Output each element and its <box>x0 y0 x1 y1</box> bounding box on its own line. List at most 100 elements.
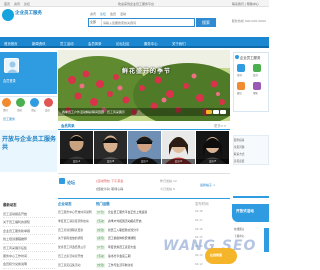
logo-text[interactable]: 企业员工服务 <box>15 10 42 16</box>
top-right-links[interactable]: 联系我们 | 帮助中心 <box>232 2 259 6</box>
list-item[interactable]: 关于员工福利的通知 <box>3 218 55 227</box>
row-category: [交流] <box>96 262 106 268</box>
list-head-left: 企业动态 <box>58 202 72 206</box>
member-card[interactable]: 会员 E <box>196 131 229 172</box>
forum-link[interactable]: [经验分享] 职场心得 <box>96 187 123 191</box>
row-title[interactable]: 春季户外拓展活动报名开启 <box>108 219 142 223</box>
row-title[interactable]: 新员工入职经验交流分享 <box>108 228 139 232</box>
search-tab-forum[interactable]: 论坛 <box>100 12 106 17</box>
list-header: 企业动态 热门话题 发布时间 <box>58 201 230 208</box>
search-scope-select[interactable]: 全部 <box>89 19 102 26</box>
forum-stat: 今日发帖 8 <box>160 187 175 191</box>
divider <box>233 196 269 198</box>
top-link-news[interactable]: 资讯 <box>14 2 20 6</box>
banner-caption-text[interactable]: 春季员工户外活动精彩瞬间回顾 · 员工风采展示 <box>62 110 125 114</box>
row-date: 04-12 <box>195 262 203 266</box>
avatar[interactable] <box>4 58 19 73</box>
forum-label[interactable]: 论坛 <box>67 180 75 186</box>
event-icon[interactable] <box>16 98 25 107</box>
forum-icon <box>59 178 65 184</box>
member-card[interactable]: 会员 D <box>162 131 195 172</box>
members-header: 会员风采 更多>> <box>58 121 230 130</box>
list-item[interactable]: 线上培训课程推荐 <box>3 235 55 244</box>
service-links: 服务指南 常见问题 联系方式 意见反馈 <box>234 137 268 165</box>
row-date: 04-13 <box>195 254 203 257</box>
banner-dot-2[interactable] <box>213 110 219 114</box>
nav-item-forum[interactable]: 论坛社区 <box>116 41 130 46</box>
list-item[interactable]: 常见问题 <box>234 144 268 151</box>
search-tab-news[interactable]: 资讯 <box>90 12 96 17</box>
forum-link[interactable]: [活动预告] 下午茶会 <box>96 179 123 183</box>
search-tab-event[interactable]: 活动 <box>120 12 126 17</box>
table-row[interactable]: 季度员工满意度调查启动 [活动] 春季户外拓展活动报名开启 04-17 <box>58 217 230 226</box>
service-icon-label: 咨询 <box>237 74 242 77</box>
member-caption: 会员 B <box>94 159 127 164</box>
row-left-text[interactable]: 季度员工满意度调查启动 <box>58 219 89 223</box>
list-item[interactable]: 在线留言 <box>234 226 268 233</box>
quick-icons: 资讯 活动 论坛 会员 <box>2 98 55 112</box>
side-tab[interactable] <box>264 228 269 252</box>
welcome-text: 欢迎来到企业员工服务平台 <box>118 1 155 6</box>
list-item[interactable]: 员工风采展示征集 <box>3 244 55 252</box>
logo-icon[interactable] <box>2 9 14 21</box>
table-row[interactable]: 员工意见征集活动 [交流] 工作与生活平衡讨论 04-12 <box>58 261 230 270</box>
table-row[interactable]: 员工培训课程表更新 [交流] 新员工入职经验交流分享 04-16 <box>58 226 230 235</box>
row-left-text[interactable]: 员工服务中心开放时间说明 <box>58 210 92 214</box>
list-item[interactable]: 企业员工服务新举措 <box>3 227 55 236</box>
top-bar: 首页 资讯 论坛 欢迎来到企业员工服务平台 联系我们 | 帮助中心 <box>0 0 269 7</box>
nav-item-members[interactable]: 会员风采 <box>88 41 102 46</box>
consult-icon[interactable] <box>237 64 245 72</box>
list-item[interactable]: 联系方式 <box>234 151 268 158</box>
suggest-icon[interactable] <box>237 82 245 90</box>
quick-icon-label: 活动 <box>17 109 22 112</box>
nav-item-about[interactable]: 关于我们 <box>172 41 186 46</box>
row-left-text[interactable]: 关于福利发放的通知 <box>58 236 83 240</box>
list-item[interactable]: 意见反馈 <box>234 158 268 165</box>
row-left-text[interactable]: 员工培训课程表更新 <box>58 228 83 232</box>
member-card[interactable]: 会员 C <box>128 131 161 172</box>
row-title[interactable]: 工作与生活平衡讨论 <box>108 263 133 267</box>
member-card[interactable]: 会员 B <box>94 131 127 172</box>
row-title[interactable]: 企业员工服务平台正式上线运营 <box>108 210 147 214</box>
member-card[interactable]: 会员 A <box>60 131 93 172</box>
list-item[interactable]: 服务中心工作时间 <box>3 252 55 261</box>
row-category: [公告] <box>96 210 106 215</box>
table-row[interactable]: 员工服务中心开放时间说明 [公告] 企业员工服务平台正式上线运营 04-18 <box>58 208 230 217</box>
top-link-forum[interactable]: 论坛 <box>24 2 30 6</box>
top-link-home[interactable]: 首页 <box>4 2 10 6</box>
row-title[interactable]: 读书分享会第三期 <box>108 254 130 258</box>
user-login-label[interactable]: 会员登录 <box>3 78 16 83</box>
search-tab-member[interactable]: 会员 <box>110 12 116 17</box>
row-title[interactable]: 员工健康体检安排通知 <box>108 236 136 240</box>
forum-more-link[interactable]: 最新帖子 > <box>200 183 215 187</box>
row-left-text[interactable]: 员工意见征集活动 <box>58 263 80 267</box>
row-date: 04-17 <box>195 218 203 222</box>
row-left-text[interactable]: 员工之家活动室开放 <box>58 254 83 258</box>
nav-item-news[interactable]: 新闻资讯 <box>32 41 46 46</box>
news-icon[interactable] <box>2 98 11 107</box>
employee-service-link[interactable]: 员工服务 <box>3 117 15 121</box>
nav-item-home[interactable]: 首页首页 <box>4 41 18 46</box>
list-item[interactable]: 会员积分兑换说明 <box>3 260 55 269</box>
forum-stat: 昨日发帖 12 <box>160 179 177 183</box>
search-input[interactable] <box>103 19 195 26</box>
search-button[interactable]: 搜索 <box>196 18 216 27</box>
nav-item-events[interactable]: 员工活动 <box>60 41 74 46</box>
help-icon[interactable] <box>253 82 261 90</box>
row-left-text[interactable]: 优秀员工评选结果公示 <box>58 245 86 249</box>
service-icon-label: 建议 <box>237 92 242 95</box>
row-date: 04-16 <box>195 227 203 231</box>
forum-icon[interactable] <box>30 98 39 107</box>
list-item[interactable]: 服务指南 <box>234 137 268 144</box>
search-box: 全部 <box>88 18 195 27</box>
nav-item-service[interactable]: 服务中心 <box>144 41 158 46</box>
banner-dot-3[interactable] <box>220 110 226 114</box>
complaint-icon[interactable] <box>253 64 261 72</box>
member-icon[interactable] <box>44 98 53 107</box>
row-category: [公告] <box>96 245 106 251</box>
members-more-link[interactable]: 更多>> <box>214 123 226 128</box>
list-item[interactable]: 员工活动报名开始 <box>3 210 55 219</box>
left-section-title: 最新动态 <box>3 203 17 207</box>
row-title[interactable]: 年度优秀员工表彰大会 <box>108 245 136 249</box>
banner-dot-1[interactable] <box>206 110 212 114</box>
